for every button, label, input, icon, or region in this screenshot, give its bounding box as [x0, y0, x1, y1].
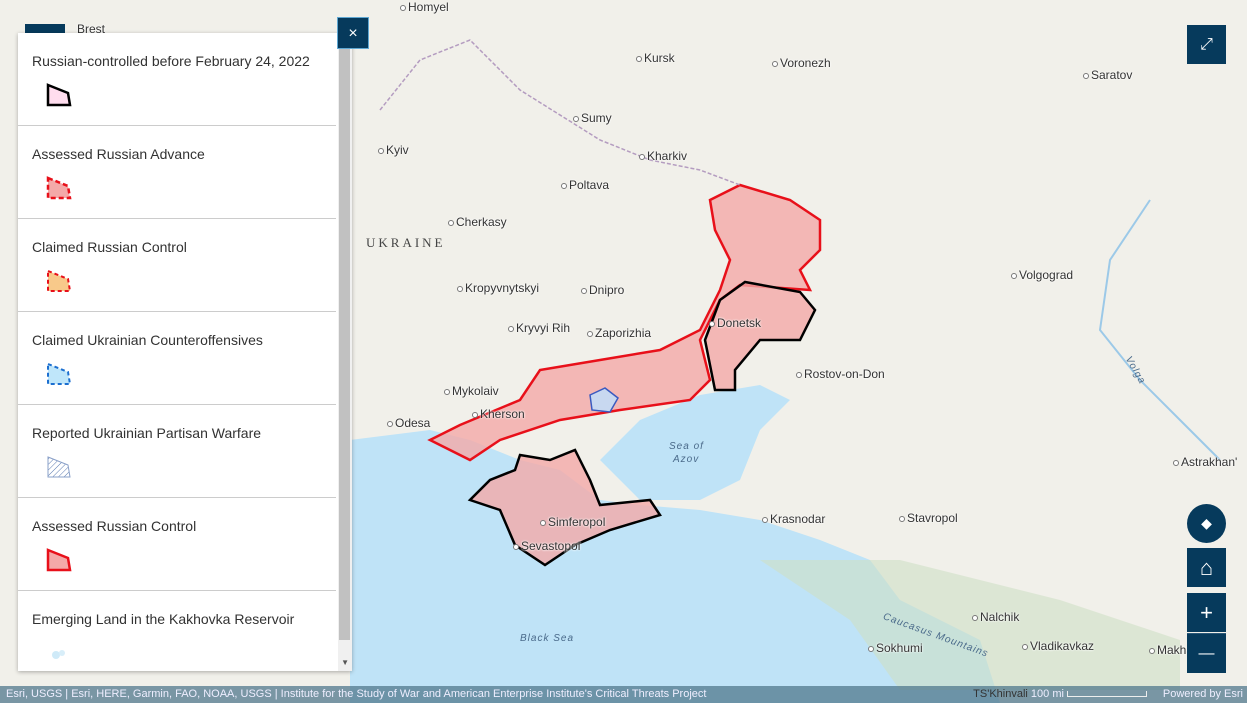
city-label: Sumy [573, 111, 612, 125]
city-label: Sevastopol [512, 539, 581, 553]
city-label: Homyel [400, 0, 449, 14]
fullscreen-button[interactable]: ⤢ [1187, 25, 1226, 64]
legend-item-label: Assessed Russian Control [32, 518, 197, 534]
legend-item: Emerging Land in the Kakhovka Reservoir [18, 591, 336, 671]
city-label: Kropyvnytskyi [456, 281, 540, 295]
light-blue-swatch-icon [52, 650, 65, 659]
city-label: Nalchik [971, 610, 1020, 624]
blue-dashed-swatch-icon [47, 362, 72, 385]
zoom-in-button[interactable]: + [1187, 593, 1226, 632]
legend-item: Russian-controlled before February 24, 2… [18, 33, 336, 126]
city-label: Kherson [472, 407, 525, 421]
country-label: UKRAINE [366, 235, 446, 250]
city-label: Odesa [386, 416, 431, 430]
scale-city-label: TS'Khinvali [973, 688, 1028, 700]
scroll-down-arrow-icon[interactable]: ▼ [341, 658, 349, 667]
city-label: Kryvyi Rih [507, 321, 571, 335]
city-label: Kursk [636, 51, 675, 65]
scale-bar: TS'Khinvali 100 mi [973, 686, 1147, 703]
city-label: Dnipro [580, 283, 625, 297]
city-label: Volgograd [1010, 268, 1074, 282]
home-icon: ⌂ [1199, 555, 1214, 580]
collapsed-header-block [25, 24, 65, 33]
legend-item: Claimed Russian Control [18, 219, 336, 312]
sea-label: Azov [673, 454, 700, 465]
city-label: Sokhumi [868, 641, 923, 655]
city-label: Kharkiv [638, 149, 688, 163]
attribution-bar: Esri, USGS | Esri, HERE, Garmin, FAO, NO… [0, 686, 1247, 703]
city-label: Kyiv [378, 143, 409, 157]
powered-by-esri-link[interactable]: Powered by Esri [1163, 686, 1243, 703]
legend-item: Assessed Russian Advance [18, 126, 336, 219]
zoom-out-button[interactable]: — [1187, 633, 1226, 673]
compass-icon: ◆ [1201, 515, 1212, 531]
legend-item-label: Emerging Land in the Kakhovka Reservoir [32, 611, 295, 627]
legend-item-label: Assessed Russian Advance [32, 146, 205, 162]
city-label: Poltava [560, 178, 610, 192]
red-solid-swatch-icon [46, 548, 72, 572]
scrollbar-thumb[interactable] [339, 45, 350, 640]
legend-scrollbar[interactable]: ▼ [338, 33, 352, 671]
city-label: Saratov [1082, 68, 1133, 82]
red-dashed-swatch-icon [46, 176, 72, 200]
orange-dashed-swatch-icon [47, 269, 72, 292]
city-label: Donetsk [708, 316, 762, 330]
blue-hatched-swatch-icon [47, 456, 71, 478]
legend-panel: Russian-controlled before February 24, 2… [18, 33, 352, 671]
city-label: Voronezh [772, 56, 831, 70]
sea-label: Black Sea [520, 633, 575, 644]
sea-label: Sea of [669, 441, 704, 452]
city-label: Astrakhan' [1172, 455, 1238, 469]
attribution-text[interactable]: Esri, USGS | Esri, HERE, Garmin, FAO, NO… [6, 688, 706, 700]
city-label: Vladikavkaz [1021, 639, 1095, 653]
city-label: Mykolaiv [444, 384, 499, 398]
city-label: Krasnodar [761, 512, 826, 526]
legend-item-label: Russian-controlled before February 24, 2… [32, 53, 310, 69]
city-label: Rostov-on-Don [796, 367, 885, 381]
legend-item-label: Reported Ukrainian Partisan Warfare [32, 425, 262, 441]
legend-item: Claimed Ukrainian Counteroffensives [18, 312, 336, 405]
legend-item-label: Claimed Russian Control [32, 239, 187, 255]
city-label: Simferopol [539, 515, 606, 529]
compass-button[interactable]: ◆ [1187, 504, 1226, 543]
black-outline-hatched-swatch-icon [46, 83, 72, 107]
city-label: Zaporizhia [586, 326, 652, 340]
scale-label: 100 mi [1030, 688, 1064, 700]
close-legend-button[interactable]: × [337, 17, 369, 49]
home-button[interactable]: ⌂ [1187, 548, 1226, 587]
legend-item: Reported Ukrainian Partisan Warfare [18, 405, 336, 498]
legend-item-label: Claimed Ukrainian Counteroffensives [32, 332, 263, 348]
city-label: Cherkasy [448, 215, 507, 229]
city-label: Stavropol [899, 511, 958, 525]
legend-item: Assessed Russian Control [18, 498, 336, 591]
